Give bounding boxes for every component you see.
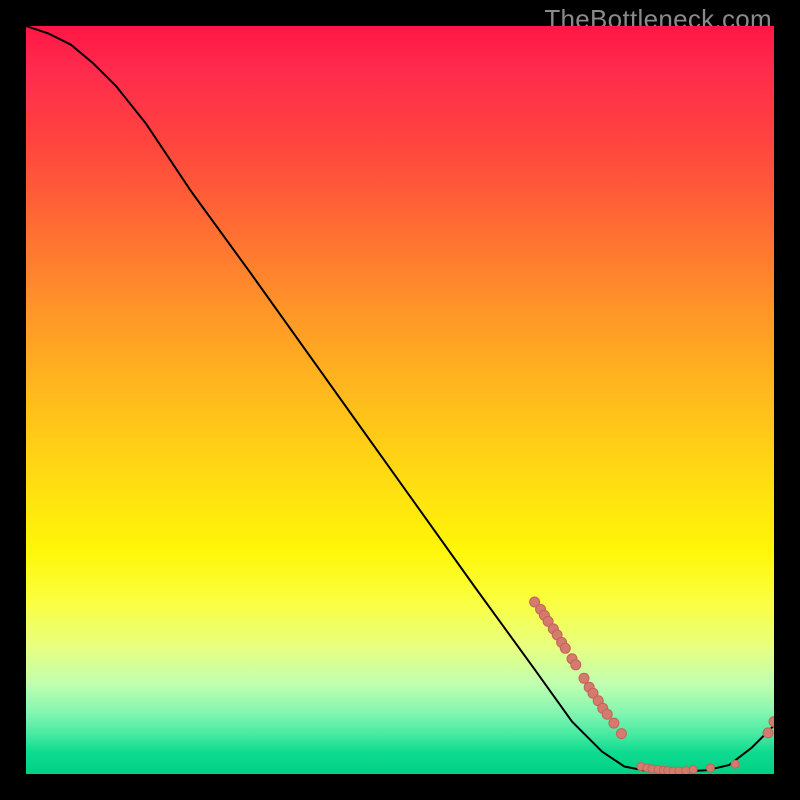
data-point xyxy=(689,766,697,774)
chart-stage: TheBottleneck.com xyxy=(0,0,800,800)
data-point xyxy=(763,728,773,738)
data-point xyxy=(706,764,714,772)
plot-area xyxy=(26,26,774,774)
data-point xyxy=(609,718,619,728)
data-point xyxy=(682,767,690,774)
chart-svg xyxy=(26,26,774,774)
bottleneck-curve xyxy=(26,26,774,772)
data-point xyxy=(579,673,589,683)
data-point xyxy=(602,709,612,719)
data-point xyxy=(769,717,774,727)
data-point xyxy=(571,660,581,670)
data-points-group xyxy=(530,597,774,774)
data-point xyxy=(731,760,739,768)
data-point xyxy=(616,729,626,739)
data-point xyxy=(560,643,570,653)
